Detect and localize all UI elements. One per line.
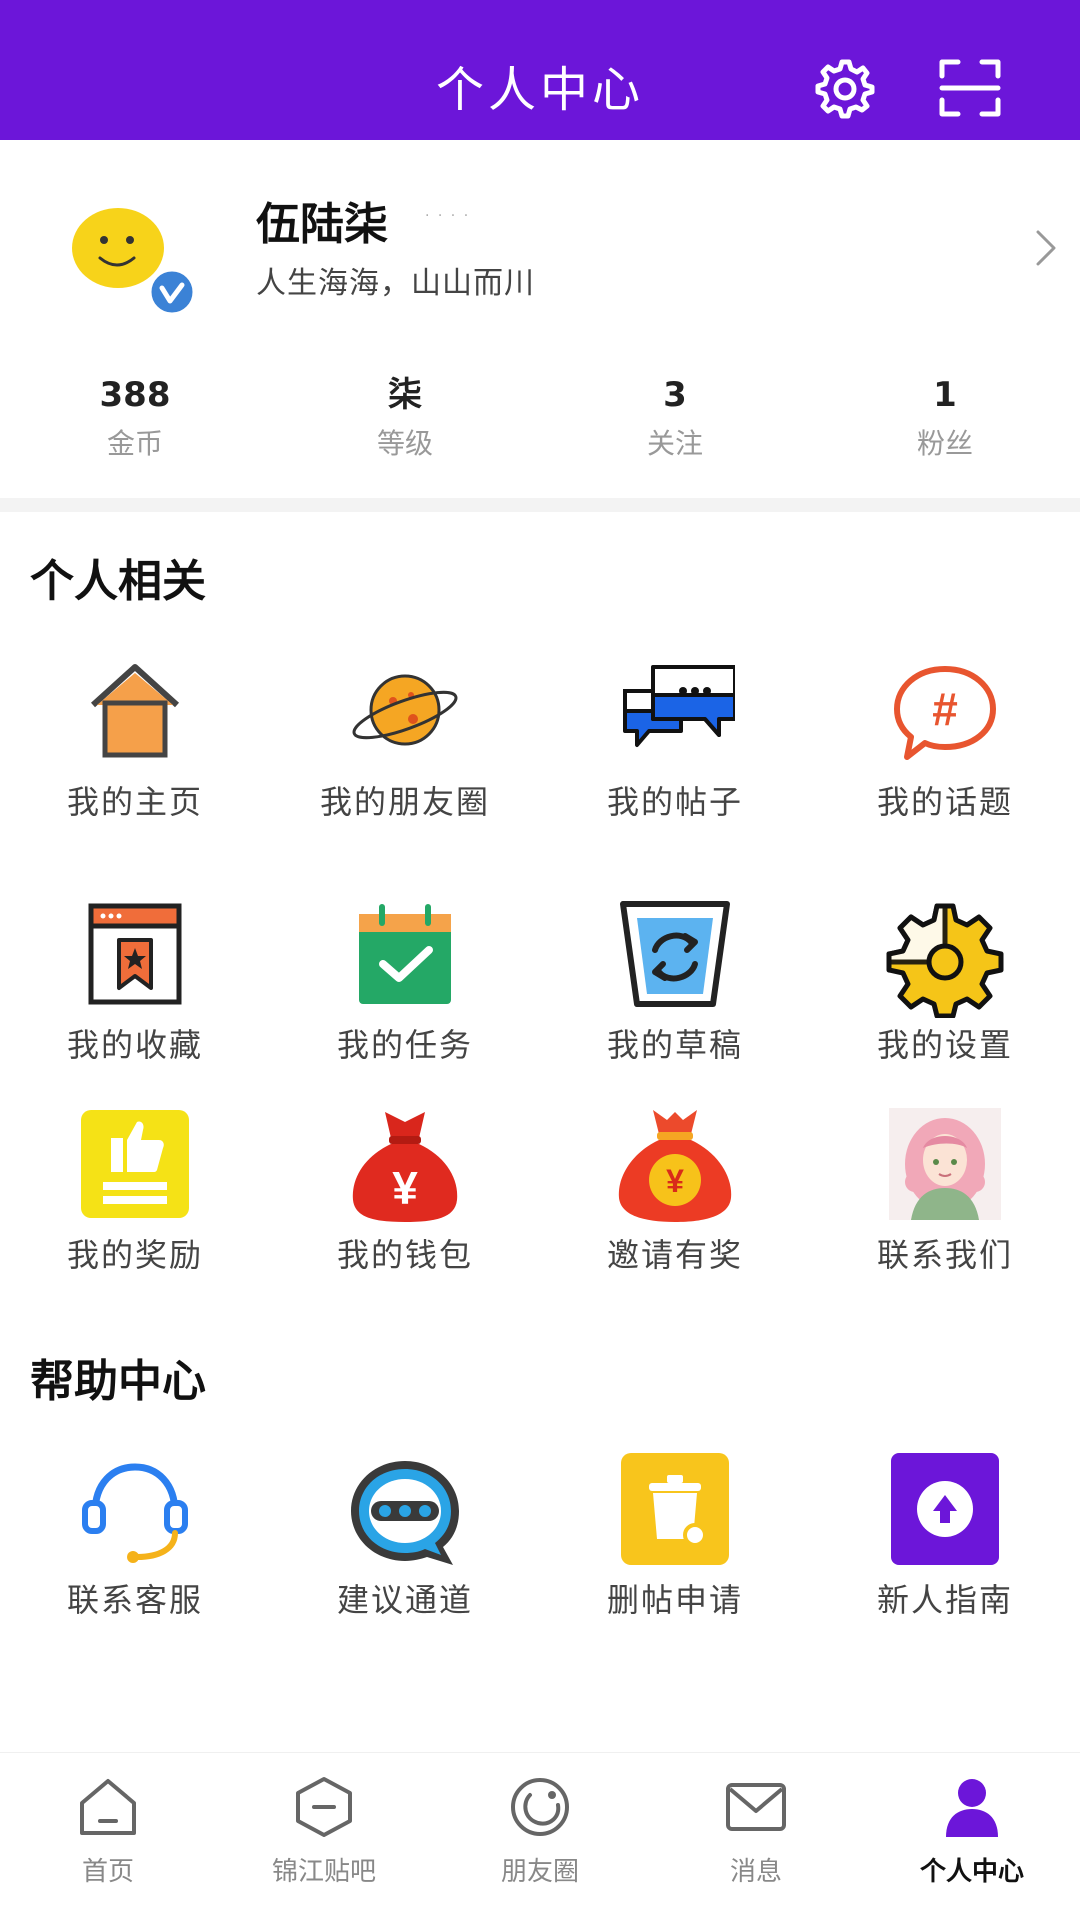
grid-item-newbie-guide[interactable]: 新人指南 — [810, 1453, 1080, 1653]
grid-item-my-topics[interactable]: # 我的话题 — [810, 655, 1080, 855]
svg-text:¥: ¥ — [666, 1163, 684, 1199]
grid-item-my-rewards[interactable]: 我的奖励 — [0, 1108, 270, 1308]
stat-label: 关注 — [646, 427, 703, 460]
profile-page: 个人中心 伍陆柒 · · · · 人生海海，山山而川 388 金币 柒 等级 3… — [0, 0, 1080, 1920]
thumbs-up-icon — [75, 1108, 195, 1228]
stat-following[interactable]: 3 关注 — [540, 372, 810, 482]
decoration-dots: · · · · — [425, 208, 471, 224]
scan-icon — [939, 59, 1001, 117]
username: 伍陆柒 — [256, 199, 388, 250]
grid-item-label: 我的草稿 — [606, 1026, 743, 1064]
grid-item-delete-request[interactable]: 删帖申请 — [540, 1453, 810, 1653]
home-outline-icon — [74, 1773, 142, 1841]
svg-text:¥: ¥ — [392, 1162, 418, 1214]
gear-icon — [885, 898, 1005, 1018]
grid-item-my-posts[interactable]: 我的帖子 — [540, 655, 810, 855]
stats-row: 388 金币 柒 等级 3 关注 1 粉丝 — [0, 372, 1080, 482]
headset-icon — [75, 1453, 195, 1573]
trash-icon — [615, 1453, 735, 1573]
grid-item-my-moments[interactable]: 我的朋友圈 — [270, 655, 540, 855]
grid-item-invite-rewards[interactable]: ¥ 邀请有奖 — [540, 1108, 810, 1308]
stat-value: 3 — [663, 375, 687, 415]
bottom-nav: 首页 锦江贴吧 朋友圈 消息 个人中心 — [0, 1752, 1080, 1920]
grid-item-my-drafts[interactable]: 我的草稿 — [540, 898, 810, 1098]
home-icon — [75, 655, 195, 775]
user-bio: 人生海海，山山而川 — [256, 266, 535, 301]
grid-item-label: 新人指南 — [876, 1581, 1013, 1619]
stat-value: 1 — [933, 375, 957, 415]
svg-text:#: # — [932, 683, 958, 735]
stat-value: 388 — [99, 375, 171, 415]
recycle-bin-icon — [615, 898, 735, 1018]
section-title-help: 帮助中心 — [30, 1356, 206, 1407]
nav-item-moments[interactable]: 朋友圈 — [432, 1773, 648, 1903]
stat-value: 柒 — [388, 375, 422, 415]
stat-coins[interactable]: 388 金币 — [0, 372, 270, 482]
nav-label: 消息 — [729, 1857, 782, 1887]
grid-item-label: 我的设置 — [876, 1026, 1013, 1064]
grid-item-label: 我的朋友圈 — [319, 783, 490, 821]
grid-item-label: 我的钱包 — [336, 1236, 473, 1274]
section-title-personal: 个人相关 — [30, 556, 206, 607]
settings-button[interactable] — [808, 52, 880, 124]
stat-label: 金币 — [106, 427, 163, 460]
grid-item-contact-us[interactable]: 联系我们 — [810, 1108, 1080, 1308]
chat-bubbles-icon — [615, 655, 735, 775]
nav-item-profile[interactable]: 个人中心 — [864, 1773, 1080, 1903]
grid-item-label: 删帖申请 — [606, 1581, 743, 1619]
stat-followers[interactable]: 1 粉丝 — [810, 372, 1080, 482]
person-icon — [938, 1773, 1006, 1841]
money-bag-icon: ¥ — [345, 1108, 465, 1228]
grid-item-label: 我的主页 — [66, 783, 203, 821]
grid-item-customer-service[interactable]: 联系客服 — [0, 1453, 270, 1653]
nav-item-home[interactable]: 首页 — [0, 1773, 216, 1903]
stat-label: 粉丝 — [916, 427, 973, 460]
grid-item-my-favorites[interactable]: 我的收藏 — [0, 898, 270, 1098]
verified-badge — [148, 268, 196, 316]
grid-item-label: 建议通道 — [336, 1581, 473, 1619]
grid-item-my-home[interactable]: 我的主页 — [0, 655, 270, 855]
bookmark-window-icon — [75, 898, 195, 1018]
hexagon-icon — [290, 1773, 358, 1841]
grid-item-label: 我的奖励 — [66, 1236, 203, 1274]
portrait-avatar-icon — [885, 1108, 1005, 1228]
grid-item-label: 我的任务 — [336, 1026, 473, 1064]
profile-card[interactable]: 伍陆柒 · · · · 人生海海，山山而川 — [0, 140, 1080, 340]
grid-item-label: 我的话题 — [876, 783, 1013, 821]
grid-item-my-tasks[interactable]: 我的任务 — [270, 898, 540, 1098]
grid-item-label: 联系我们 — [876, 1236, 1013, 1274]
scan-button[interactable] — [934, 52, 1006, 124]
nav-label: 朋友圈 — [500, 1857, 579, 1887]
gear-icon — [815, 59, 875, 119]
planet-icon — [345, 655, 465, 775]
hashtag-icon: # — [885, 655, 1005, 775]
mail-icon — [722, 1773, 790, 1841]
verified-icon — [148, 268, 196, 316]
grid-item-my-settings[interactable]: 我的设置 — [810, 898, 1080, 1098]
upload-arrow-icon — [885, 1453, 1005, 1573]
page-title: 个人中心 — [435, 62, 644, 118]
stat-level[interactable]: 柒 等级 — [270, 372, 540, 482]
nav-label: 首页 — [81, 1857, 134, 1887]
grid-item-label: 联系客服 — [66, 1581, 203, 1619]
circle-ring-icon — [506, 1773, 574, 1841]
nav-item-messages[interactable]: 消息 — [648, 1773, 864, 1903]
grid-item-label: 我的帖子 — [606, 783, 743, 821]
grid-item-my-wallet[interactable]: ¥ 我的钱包 — [270, 1108, 540, 1308]
lucky-bag-icon: ¥ — [615, 1108, 735, 1228]
grid-item-suggestions[interactable]: 建议通道 — [270, 1453, 540, 1653]
message-dots-icon — [345, 1453, 465, 1573]
stat-label: 等级 — [376, 427, 433, 460]
grid-item-label: 邀请有奖 — [606, 1236, 743, 1274]
calendar-check-icon — [345, 898, 465, 1018]
chevron-right-icon — [1032, 228, 1060, 268]
nav-item-tieba[interactable]: 锦江贴吧 — [216, 1773, 432, 1903]
section-divider — [0, 498, 1080, 512]
nav-label: 锦江贴吧 — [271, 1857, 376, 1887]
nav-label: 个人中心 — [919, 1857, 1024, 1887]
top-app-bar: 个人中心 — [0, 0, 1080, 140]
grid-item-label: 我的收藏 — [66, 1026, 203, 1064]
